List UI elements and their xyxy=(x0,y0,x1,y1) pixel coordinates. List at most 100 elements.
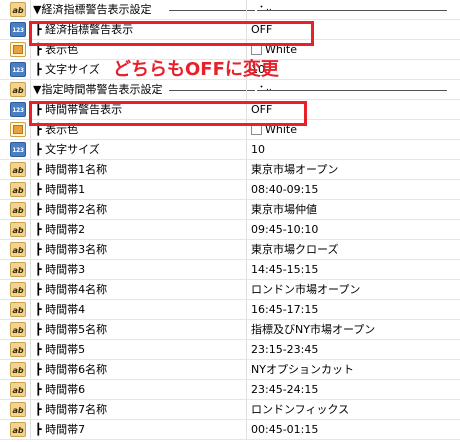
parameter-value-cell[interactable]: NYオプションカット xyxy=(246,360,460,379)
parameter-label: ┣ 時間帯4 xyxy=(35,303,86,316)
parameter-label: ┣ 時間帯6 xyxy=(35,383,86,396)
parameter-row[interactable]: ab ┣ 時間帯6名称 NYオプションカット xyxy=(0,360,460,380)
group-value-line xyxy=(257,90,447,91)
group-separator-line xyxy=(169,90,255,91)
parameter-label: ┣ 時間帯1名称 xyxy=(35,163,108,176)
parameter-name-cell: ┣ 時間帯4 xyxy=(30,300,246,319)
parameter-value-cell[interactable]: ロンドン市場オープン xyxy=(246,280,460,299)
parameter-name-cell: ┣ 時間帯6名称 xyxy=(30,360,246,379)
text-param-icon: ab xyxy=(10,362,26,377)
text-param-icon: ab xyxy=(10,302,26,317)
parameter-name-cell: ┣ 時間帯6 xyxy=(30,380,246,399)
parameter-label: ▼指定時間帯警告表示設定 xyxy=(33,83,163,96)
parameter-label: ┣ 時間帯7名称 xyxy=(35,403,108,416)
parameter-label: ┣ 時間帯5名称 xyxy=(35,323,108,336)
parameter-row[interactable]: ab ┣ 時間帯5 23:15-23:45 xyxy=(0,340,460,360)
parameter-value-cell[interactable]: ロンドンフィックス xyxy=(246,400,460,419)
annotation-text: どちらもOFFに変更 xyxy=(113,59,279,80)
parameter-row[interactable]: ab ┣ 時間帯4名称 ロンドン市場オープン xyxy=(0,280,460,300)
parameter-row[interactable]: ab ┣ 時間帯2 09:45-10:10 xyxy=(0,220,460,240)
text-param-icon: ab xyxy=(10,322,26,337)
parameter-label: ┣ 時間帯6名称 xyxy=(35,363,108,376)
parameter-row[interactable]: ab ┣ 時間帯3名称 東京市場クローズ xyxy=(0,240,460,260)
parameter-value-cell xyxy=(246,80,460,99)
group-header-row[interactable]: ab ▼経済指標警告表示設定 ・.. xyxy=(0,0,460,20)
parameter-label: ┣ 時間帯7 xyxy=(35,423,86,436)
parameter-label: ┣ 時間帯2 xyxy=(35,223,86,236)
parameter-value-cell[interactable]: 00:45-01:15 xyxy=(246,420,460,439)
parameter-value-cell[interactable]: 10 xyxy=(246,140,460,159)
parameter-value-cell[interactable]: 08:40-09:15 xyxy=(246,180,460,199)
text-param-icon: ab xyxy=(10,262,26,277)
parameter-row[interactable]: ab ┣ 時間帯1名称 東京市場オープン xyxy=(0,160,460,180)
parameter-value: 00:45-01:15 xyxy=(251,423,319,436)
parameter-name-cell: ┣ 時間帯3 xyxy=(30,260,246,279)
parameter-value-cell[interactable]: 指標及びNY市場オープン xyxy=(246,320,460,339)
parameter-name-cell: ┣ 時間帯4名称 xyxy=(30,280,246,299)
parameter-value-cell[interactable]: 東京市場オープン xyxy=(246,160,460,179)
parameter-value-cell[interactable]: 23:15-23:45 xyxy=(246,340,460,359)
highlight-time-warning xyxy=(29,101,307,126)
text-param-icon: ab xyxy=(10,382,26,397)
parameter-value-cell[interactable]: 23:45-24:15 xyxy=(246,380,460,399)
parameter-row[interactable]: 123 ┣ 文字サイズ 10 xyxy=(0,140,460,160)
text-param-icon: ab xyxy=(10,242,26,257)
parameter-value: 東京市場オープン xyxy=(251,163,339,176)
parameter-row[interactable]: ab ┣ 時間帯7名称 ロンドンフィックス xyxy=(0,400,460,420)
parameter-label: ┣ 時間帯3名称 xyxy=(35,243,108,256)
text-param-icon: ab xyxy=(10,222,26,237)
parameter-value: ロンドンフィックス xyxy=(251,403,350,416)
parameter-value-cell[interactable]: 14:45-15:15 xyxy=(246,260,460,279)
parameter-value: ロンドン市場オープン xyxy=(251,283,361,296)
parameter-value: 23:15-23:45 xyxy=(251,343,319,356)
parameter-name-cell: ▼経済指標警告表示設定 ・.. xyxy=(30,0,272,19)
parameter-label: ┣ 時間帯5 xyxy=(35,343,86,356)
parameter-row[interactable]: ab ┣ 時間帯2名称 東京市場仲値 xyxy=(0,200,460,220)
parameter-value-cell xyxy=(246,0,460,19)
parameter-name-cell: ┣ 文字サイズ xyxy=(30,140,246,159)
parameter-name-cell: ┣ 時間帯7 xyxy=(30,420,246,439)
parameter-value: 16:45-17:15 xyxy=(251,303,319,316)
parameter-value-cell[interactable]: 東京市場仲値 xyxy=(246,200,460,219)
parameter-value-cell[interactable]: 16:45-17:15 xyxy=(246,300,460,319)
parameter-value-cell[interactable]: 東京市場クローズ xyxy=(246,240,460,259)
parameter-value: 08:40-09:15 xyxy=(251,183,319,196)
text-param-icon: ab xyxy=(10,402,26,417)
parameter-name-cell: ┣ 時間帯1名称 xyxy=(30,160,246,179)
parameter-value: 10 xyxy=(251,143,265,156)
parameter-row[interactable]: ab ┣ 時間帯6 23:45-24:15 xyxy=(0,380,460,400)
parameter-row[interactable]: ab ┣ 時間帯1 08:40-09:15 xyxy=(0,180,460,200)
parameter-value-cell[interactable]: 09:45-10:10 xyxy=(246,220,460,239)
parameter-row[interactable]: ab ┣ 時間帯5名称 指標及びNY市場オープン xyxy=(0,320,460,340)
text-param-icon: ab xyxy=(10,202,26,217)
parameter-value: 14:45-15:15 xyxy=(251,263,319,276)
number-param-icon: 123 xyxy=(10,22,26,37)
parameter-name-cell: ┣ 時間帯2名称 xyxy=(30,200,246,219)
parameter-label: ▼経済指標警告表示設定 xyxy=(33,3,152,16)
parameter-label: ┣ 文字サイズ xyxy=(35,143,100,156)
parameter-name-cell: ┣ 時間帯7名称 xyxy=(30,400,246,419)
parameter-value: 23:45-24:15 xyxy=(251,383,319,396)
parameter-row[interactable]: ab ┣ 時間帯3 14:45-15:15 xyxy=(0,260,460,280)
text-param-icon: ab xyxy=(10,282,26,297)
parameter-value: 東京市場仲値 xyxy=(251,203,317,216)
group-header-row[interactable]: ab ▼指定時間帯警告表示設定 ・.. xyxy=(0,80,460,100)
group-separator-line xyxy=(169,10,255,11)
parameter-row[interactable]: ab ┣ 時間帯7 00:45-01:15 xyxy=(0,420,460,440)
parameter-name-cell: ▼指定時間帯警告表示設定 ・.. xyxy=(30,80,272,99)
text-param-icon: ab xyxy=(10,82,26,97)
parameter-value: 指標及びNY市場オープン xyxy=(251,323,376,336)
number-param-icon: 123 xyxy=(10,142,26,157)
parameter-value: NYオプションカット xyxy=(251,363,354,376)
parameter-label: ┣ 時間帯1 xyxy=(35,183,86,196)
parameter-row[interactable]: ab ┣ 時間帯4 16:45-17:15 xyxy=(0,300,460,320)
highlight-economic-warning xyxy=(29,21,314,46)
color-param-icon xyxy=(10,122,26,137)
group-value-line xyxy=(257,10,447,11)
color-param-icon xyxy=(10,42,26,57)
parameter-name-cell: ┣ 時間帯1 xyxy=(30,180,246,199)
parameter-label: ┣ 時間帯4名称 xyxy=(35,283,108,296)
number-param-icon: 123 xyxy=(10,102,26,117)
parameter-name-cell: ┣ 時間帯5名称 xyxy=(30,320,246,339)
text-param-icon: ab xyxy=(10,2,26,17)
